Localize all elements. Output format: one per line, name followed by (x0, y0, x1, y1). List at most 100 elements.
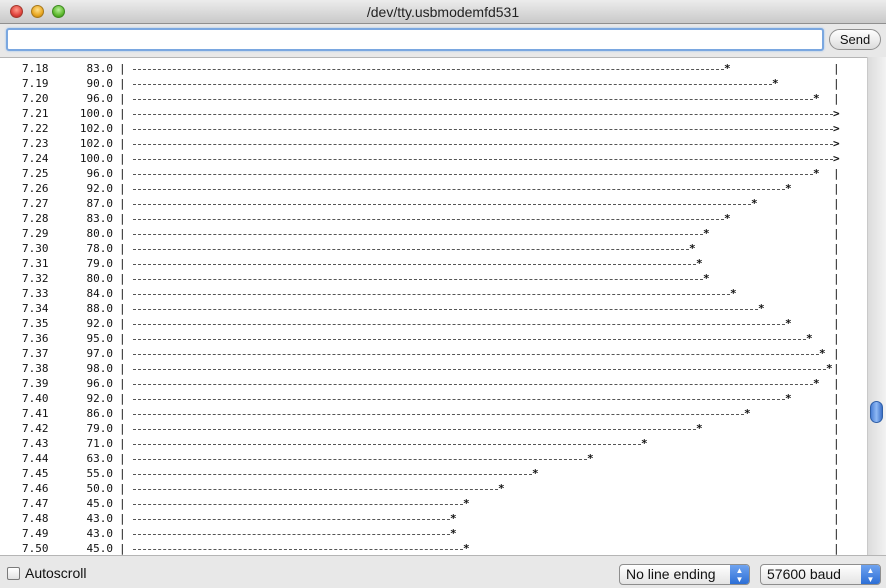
line-separator: | (119, 302, 126, 315)
value-bar: * (133, 346, 829, 361)
value-marker: * (813, 167, 820, 180)
line-separator: | (119, 122, 126, 135)
value-marker: * (813, 92, 820, 105)
vertical-scrollbar[interactable] (867, 57, 886, 555)
updown-arrows-icon: ▲ ▼ (730, 565, 749, 584)
line-value: 88.0 (86, 302, 114, 315)
line-value: 63.0 (86, 452, 114, 465)
line-time: 7.29 (22, 227, 49, 240)
serial-input[interactable] (6, 28, 824, 51)
line-value: 100.0 (79, 152, 113, 165)
value-bar: * (133, 376, 823, 391)
line-value: 102.0 (79, 122, 113, 135)
serial-line: 7.33 84.0 | * | (0, 286, 867, 301)
bar-dashes (133, 129, 833, 130)
send-button[interactable]: Send (829, 29, 881, 50)
serial-line: 7.24 100.0 | > (0, 151, 867, 166)
value-marker: * (772, 77, 779, 90)
title-bar[interactable]: /dev/tty.usbmodemfd531 (0, 0, 886, 24)
right-boundary: | (833, 377, 840, 390)
value-marker: * (463, 497, 470, 510)
line-time: 7.20 (22, 92, 49, 105)
bar-dashes (133, 174, 813, 175)
line-separator: | (119, 257, 126, 270)
line-separator: | (119, 527, 126, 540)
value-marker: * (785, 317, 792, 330)
line-value: 96.0 (86, 92, 114, 105)
line-time: 7.22 (22, 122, 49, 135)
line-separator: | (119, 197, 126, 210)
baud-rate-select[interactable]: 57600 baud ▲ ▼ (760, 564, 881, 585)
right-boundary: | (833, 227, 840, 240)
line-separator: | (119, 62, 126, 75)
line-time: 7.46 (22, 482, 49, 495)
autoscroll-checkbox[interactable] (7, 567, 20, 580)
line-value: 97.0 (86, 347, 114, 360)
right-boundary: | (833, 272, 840, 285)
value-marker: * (730, 287, 737, 300)
line-value: 98.0 (86, 362, 114, 375)
value-bar: * (133, 241, 699, 256)
line-time: 7.39 (22, 377, 49, 390)
serial-line: 7.49 43.0 | * | (0, 526, 867, 541)
right-boundary: | (833, 197, 840, 210)
value-bar: * (133, 181, 795, 196)
line-time: 7.18 (22, 62, 49, 75)
line-time: 7.44 (22, 452, 49, 465)
line-separator: | (119, 92, 126, 105)
serial-line: 7.35 92.0 | * | (0, 316, 867, 331)
serial-output[interactable]: 7.18 83.0 | * | 7.19 90.0 | * | 7.20 96.0 | * | 7.21 100… (0, 57, 867, 556)
line-time: 7.28 (22, 212, 49, 225)
line-value: 92.0 (86, 182, 114, 195)
line-time: 7.33 (22, 287, 49, 300)
line-time: 7.23 (22, 137, 49, 150)
value-bar: > (133, 106, 843, 121)
bar-dashes (133, 369, 826, 370)
line-value: 80.0 (86, 227, 114, 240)
value-bar: * (133, 166, 823, 181)
line-separator: | (119, 242, 126, 255)
line-ending-select[interactable]: No line ending ▲ ▼ (619, 564, 750, 585)
value-marker: * (587, 452, 594, 465)
value-marker: * (724, 62, 731, 75)
line-value: 79.0 (86, 257, 114, 270)
value-bar: * (133, 61, 734, 76)
serial-line: 7.27 87.0 | * | (0, 196, 867, 211)
serial-line: 7.42 79.0 | * | (0, 421, 867, 436)
serial-line: 7.25 96.0 | * | (0, 166, 867, 181)
value-marker: * (703, 227, 710, 240)
line-time: 7.32 (22, 272, 49, 285)
serial-line: 7.36 95.0 | * | (0, 331, 867, 346)
value-bar: * (133, 451, 597, 466)
value-marker: * (806, 332, 813, 345)
value-bar: * (133, 436, 651, 451)
value-bar: * (133, 511, 460, 526)
overflow-marker: > (833, 152, 840, 165)
right-boundary: | (833, 482, 840, 495)
value-bar: * (133, 256, 706, 271)
serial-line: 7.37 97.0 | * | (0, 346, 867, 361)
value-bar: * (133, 361, 836, 376)
bar-dashes (133, 399, 785, 400)
line-time: 7.24 (22, 152, 49, 165)
line-time: 7.48 (22, 512, 49, 525)
line-value: 102.0 (79, 137, 113, 150)
right-boundary: | (833, 332, 840, 345)
line-separator: | (119, 287, 126, 300)
overflow-marker: > (833, 122, 840, 135)
serial-line: 7.46 50.0 | * | (0, 481, 867, 496)
right-boundary: | (833, 467, 840, 480)
line-value: 96.0 (86, 377, 114, 390)
bar-dashes (133, 234, 703, 235)
value-marker: * (696, 257, 703, 270)
line-separator: | (119, 437, 126, 450)
line-time: 7.19 (22, 77, 49, 90)
line-separator: | (119, 407, 126, 420)
value-marker: * (450, 527, 457, 540)
line-separator: | (119, 272, 126, 285)
bar-dashes (133, 324, 785, 325)
scrollbar-thumb[interactable] (870, 401, 883, 423)
serial-line: 7.30 78.0 | * | (0, 241, 867, 256)
bar-dashes (133, 429, 696, 430)
value-marker: * (703, 272, 710, 285)
